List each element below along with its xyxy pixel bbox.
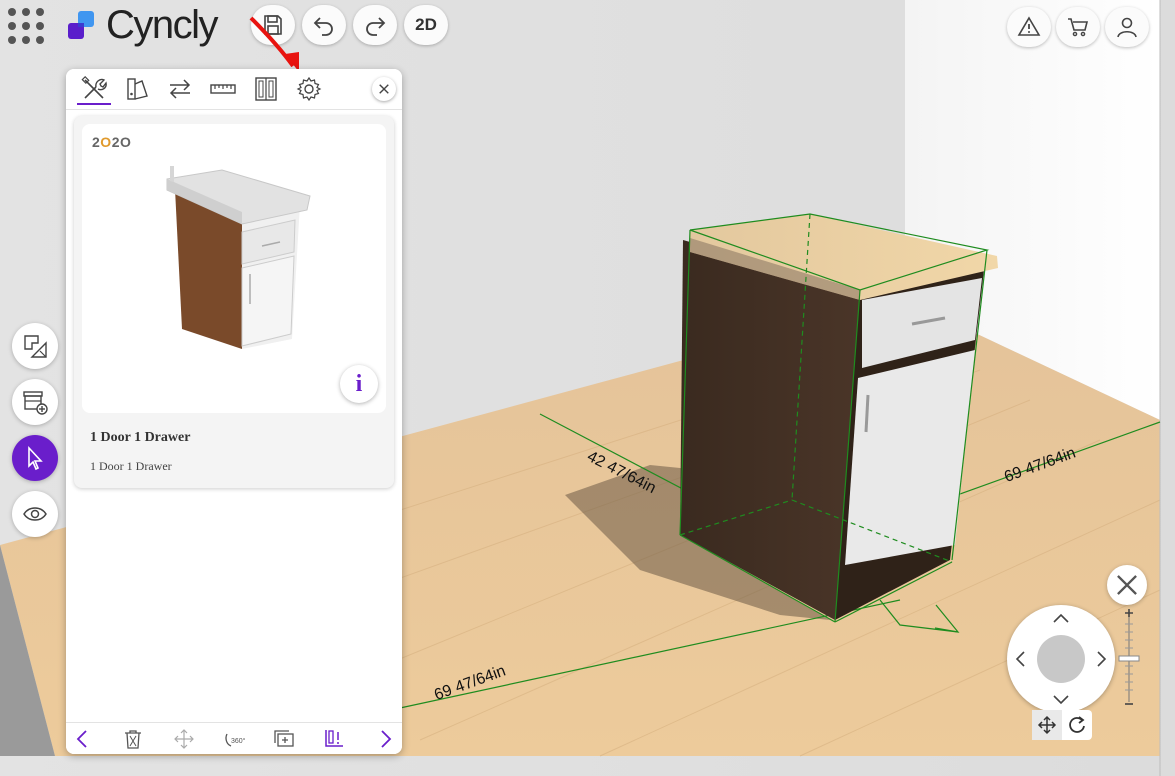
- tab-door-style[interactable]: [249, 74, 283, 104]
- move-arrows-icon: [174, 729, 194, 749]
- cyncly-logo: Cyncly: [68, 3, 219, 47]
- close-selection-button[interactable]: [1107, 565, 1147, 605]
- cyncly-logo-icon: [68, 11, 94, 39]
- product-image-box: 2O2O i: [82, 124, 386, 413]
- panel-close-button[interactable]: [372, 77, 396, 101]
- app-grid-icon: [8, 8, 44, 44]
- product-image: [166, 166, 311, 349]
- visibility-button[interactable]: [12, 491, 58, 537]
- chevron-right-icon: [381, 730, 392, 748]
- tools-icon: [81, 75, 107, 99]
- close-icon: [379, 84, 389, 94]
- tab-settings[interactable]: [292, 74, 326, 104]
- cart-button[interactable]: [1056, 7, 1100, 47]
- redo-icon: [366, 17, 386, 36]
- orbit-mode-button[interactable]: [1062, 710, 1092, 740]
- chevron-left-icon: [76, 730, 87, 748]
- camera-mode-bar: [1032, 710, 1092, 740]
- camera-down-button[interactable]: [1051, 689, 1071, 709]
- cart-icon: [1068, 18, 1089, 37]
- next-button[interactable]: [372, 727, 398, 751]
- rotate-360-icon: 360°: [225, 733, 245, 747]
- delete-button[interactable]: [120, 727, 146, 751]
- redo-button[interactable]: [353, 5, 397, 45]
- product-subtitle: 1 Door 1 Drawer: [90, 459, 172, 473]
- chevron-left-icon: [1015, 651, 1025, 667]
- account-button[interactable]: [1105, 7, 1149, 47]
- cursor-icon: [28, 445, 43, 471]
- zoom-in-icon: [1125, 609, 1133, 617]
- cabinet-doors-icon: [255, 77, 277, 101]
- ruler-icon: [210, 84, 236, 94]
- camera-up-button[interactable]: [1051, 609, 1071, 629]
- tab-swap[interactable]: [163, 74, 197, 104]
- user-icon: [1117, 17, 1137, 38]
- tab-measure[interactable]: [206, 74, 240, 104]
- 2d-view-label: 2D: [415, 15, 437, 34]
- trash-icon: [125, 730, 141, 749]
- svg-text:360°: 360°: [231, 737, 245, 745]
- warning-icon: [1017, 16, 1041, 36]
- info-icon: i: [355, 370, 363, 397]
- panel-tab-bar: [66, 69, 402, 110]
- warnings-button[interactable]: [1007, 7, 1051, 47]
- annotation-arrow: [249, 16, 299, 72]
- panel-bottom-toolbar: 360°: [66, 722, 402, 754]
- app-grid-menu-button[interactable]: [6, 6, 46, 46]
- camera-navigation-center[interactable]: [1037, 635, 1085, 683]
- pan-arrows-icon: [1037, 715, 1057, 735]
- product-info-button[interactable]: i: [340, 365, 378, 403]
- zoom-slider[interactable]: [1118, 604, 1140, 710]
- close-icon: [1117, 575, 1137, 595]
- chevron-up-icon: [1053, 613, 1069, 623]
- product-card[interactable]: 2O2O i 1 Door 1 Drawer 1 Door 1 Drawer: [74, 116, 394, 488]
- previous-button[interactable]: [70, 727, 96, 751]
- add-cabinet-button[interactable]: [12, 379, 58, 425]
- align-icon: [325, 730, 343, 747]
- pan-mode-button[interactable]: [1032, 710, 1062, 740]
- logo-text: Cyncly: [106, 3, 219, 47]
- select-tool-button[interactable]: [12, 435, 58, 481]
- chevron-right-icon: [1097, 651, 1107, 667]
- eye-icon: [23, 507, 47, 521]
- camera-left-button[interactable]: [1011, 649, 1031, 669]
- camera-navigation-widget: [1007, 605, 1115, 713]
- zoom-thumb: [1118, 655, 1140, 662]
- 2d-view-button[interactable]: 2D: [404, 5, 448, 45]
- move-button[interactable]: [171, 727, 197, 751]
- undo-button[interactable]: [302, 5, 346, 45]
- rotate-icon: [1069, 716, 1085, 733]
- floor-plan-icon: [24, 335, 47, 358]
- gear-icon: [296, 76, 322, 102]
- floor-plan-button[interactable]: [12, 323, 58, 369]
- product-panel: 2O2O i 1 Door 1 Drawer 1 Door 1 Drawer 3…: [66, 69, 402, 754]
- duplicate-icon: [274, 730, 294, 747]
- tab-tools[interactable]: [77, 74, 111, 105]
- add-cabinet-icon: [23, 391, 48, 415]
- camera-right-button[interactable]: [1091, 649, 1111, 669]
- panel-body: 2O2O i 1 Door 1 Drawer 1 Door 1 Drawer: [66, 110, 402, 722]
- rotate-360-button[interactable]: 360°: [221, 727, 247, 751]
- tab-catalog[interactable]: [121, 74, 155, 104]
- align-button[interactable]: [321, 727, 347, 751]
- chevron-down-icon: [1053, 695, 1069, 705]
- catalog-icon: [127, 78, 148, 100]
- duplicate-button[interactable]: [271, 727, 297, 751]
- swap-arrows-icon: [169, 79, 191, 99]
- undo-icon: [313, 17, 333, 36]
- product-title: 1 Door 1 Drawer: [90, 430, 191, 445]
